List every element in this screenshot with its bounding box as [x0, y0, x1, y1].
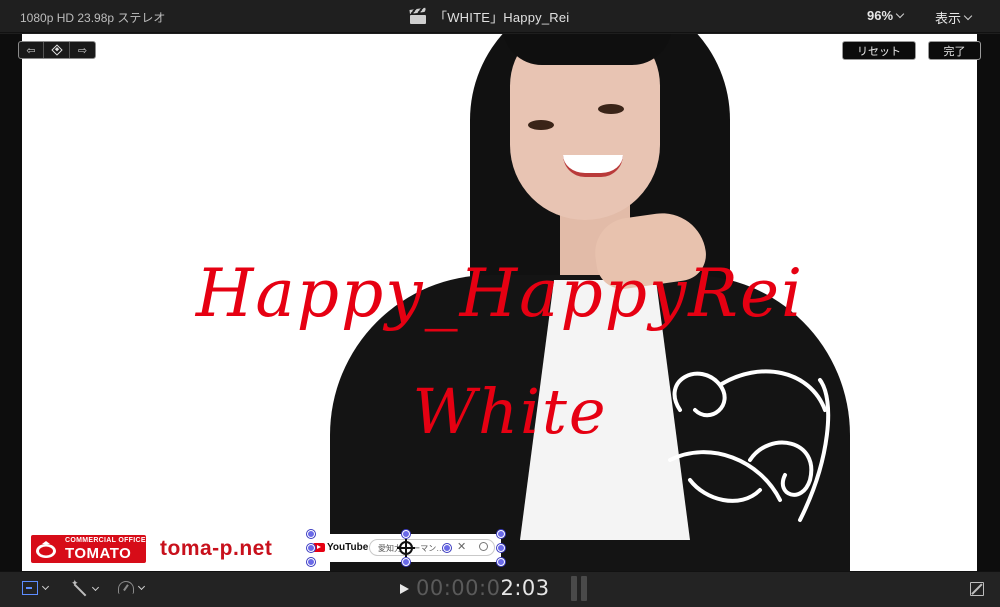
figure-eye-right	[598, 104, 624, 114]
play-button[interactable]	[400, 584, 409, 594]
video-frame[interactable]: Happy_HappyRei White	[22, 34, 977, 571]
chevron-down-icon	[963, 11, 973, 21]
transform-handle-bottom-right[interactable]	[497, 558, 505, 566]
tomato-icon	[36, 541, 56, 558]
previous-keyframe-button[interactable]: ⇦	[19, 42, 44, 58]
transform-handle-right[interactable]	[497, 544, 505, 552]
youtube-label: YouTube	[327, 542, 369, 553]
chevron-down-icon	[137, 582, 146, 590]
format-info: 1080p HD 23.98p ステレオ	[20, 11, 166, 25]
search-icon	[479, 542, 488, 551]
timecode-bright: 2:03	[500, 576, 550, 600]
transform-handle-top[interactable]	[402, 530, 410, 538]
timecode-dim: 00:00:0	[416, 576, 501, 600]
keyframe-navigation: ⇦ ⇨	[18, 41, 96, 59]
reset-button[interactable]: リセット	[842, 41, 916, 60]
view-menu[interactable]: 表示	[935, 8, 973, 27]
youtube-logo: YouTube	[313, 542, 368, 553]
chevron-down-icon	[41, 582, 50, 591]
swirl-ornament	[668, 369, 831, 522]
done-button[interactable]: 完了	[928, 41, 981, 60]
view-menu-label: 表示	[935, 11, 962, 26]
magic-wand-icon	[71, 578, 88, 597]
project-title: 「WHITE」Happy_Rei	[434, 10, 570, 25]
logo-subtitle: COMMERCIAL OFFICE	[65, 537, 146, 544]
viewer-toolbar: 00:00:02:03	[0, 571, 1000, 607]
figure-eye-left	[528, 120, 554, 130]
viewer-header: 1080p HD 23.98p ステレオ 「WHITE」Happy_Rei 96…	[0, 0, 1000, 33]
figure-bangs	[502, 34, 672, 65]
position-crosshair-icon[interactable]	[397, 539, 415, 557]
transform-handle-bottom-left[interactable]	[307, 558, 315, 566]
youtube-search-field: 愛知力… ーマン…	[369, 539, 495, 556]
fullscreen-icon[interactable]	[970, 582, 984, 596]
clapperboard-icon	[409, 7, 426, 24]
clear-icon: ✕	[457, 541, 467, 553]
anchor-handle[interactable]	[443, 544, 451, 552]
site-url: toma-p.net	[160, 537, 273, 560]
project-title-group: 「WHITE」Happy_Rei	[409, 7, 570, 26]
add-keyframe-button[interactable]	[44, 42, 70, 58]
keyframe-diamond-icon	[50, 44, 63, 56]
chevron-down-icon	[895, 9, 905, 19]
next-keyframe-button[interactable]: ⇨	[70, 42, 95, 58]
transform-tool-menu[interactable]	[22, 581, 50, 595]
speedometer-icon	[118, 581, 134, 594]
arrow-right-icon: ⇨	[77, 44, 88, 57]
overlay-title-line2: White	[412, 375, 608, 448]
logo-title: TOMATO	[65, 545, 132, 562]
transform-handle-top-left[interactable]	[307, 530, 315, 538]
enhancements-menu[interactable]	[71, 578, 100, 597]
timecode-display[interactable]: 00:00:02:03	[416, 576, 550, 600]
overlay-title-line1: Happy_HappyRei	[195, 255, 805, 332]
zoom-value: 96%	[867, 8, 894, 23]
retime-menu[interactable]	[118, 581, 146, 594]
transform-handle-left[interactable]	[307, 544, 315, 552]
arrow-left-icon: ⇦	[26, 44, 36, 57]
tomato-logo: COMMERCIAL OFFICE TOMATO	[31, 535, 146, 563]
zoom-menu[interactable]: 96%	[867, 8, 905, 23]
chevron-down-icon	[91, 583, 100, 592]
transform-icon	[22, 581, 38, 595]
transform-handle-top-right[interactable]	[497, 530, 505, 538]
audio-meter	[571, 576, 587, 601]
transform-handle-bottom[interactable]	[402, 558, 410, 566]
